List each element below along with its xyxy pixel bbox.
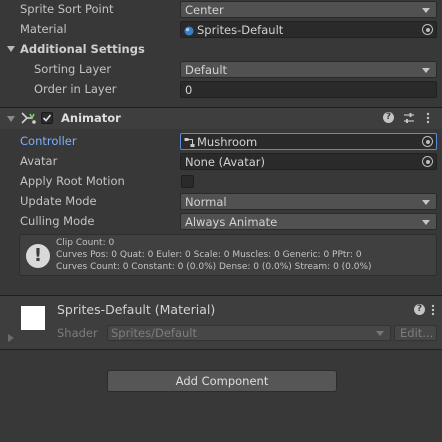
culling-mode-row: Culling Mode Always Animate xyxy=(0,212,442,232)
sorting-layer-row: Sorting Layer Default xyxy=(0,60,442,80)
shader-dropdown[interactable]: Sprites/Default xyxy=(107,325,391,341)
animator-header[interactable]: Animator ? xyxy=(0,108,442,129)
object-picker-icon[interactable] xyxy=(422,156,433,167)
controller-row: Controller Mushroom xyxy=(0,132,442,152)
material-preview-thumbnail xyxy=(21,306,45,330)
info-line-curves-count: Curves Count: 0 Constant: 0 (0.0%) Dense… xyxy=(56,262,372,272)
sorting-layer-dropdown[interactable]: Default xyxy=(180,61,437,78)
apply-root-motion-checkbox[interactable] xyxy=(181,175,194,188)
sorting-layer-label: Sorting Layer xyxy=(34,62,112,76)
info-icon: ! xyxy=(26,244,50,268)
shader-value: Sprites/Default xyxy=(111,326,197,340)
add-component-label: Add Component xyxy=(175,374,269,388)
preset-icon[interactable] xyxy=(403,112,415,127)
order-in-layer-row: Order in Layer 0 xyxy=(0,80,442,100)
avatar-row: Avatar None (Avatar) xyxy=(0,152,442,172)
controller-value: Mushroom xyxy=(197,135,258,149)
info-line-clip-count: Clip Count: 0 xyxy=(56,238,115,248)
chevron-down-icon xyxy=(376,331,384,336)
foldout-arrow-icon[interactable] xyxy=(8,334,14,342)
controller-field[interactable]: Mushroom xyxy=(180,133,437,150)
update-mode-dropdown[interactable]: Normal xyxy=(180,193,437,210)
shader-label: Shader xyxy=(57,326,98,340)
chevron-down-icon xyxy=(422,8,430,13)
order-in-layer-label: Order in Layer xyxy=(34,82,117,96)
object-picker-icon[interactable] xyxy=(422,24,433,35)
chevron-down-icon xyxy=(422,220,430,225)
sprite-sort-point-value: Center xyxy=(185,3,224,17)
update-mode-row: Update Mode Normal xyxy=(0,192,442,212)
animator-icon xyxy=(21,111,37,128)
avatar-value: None (Avatar) xyxy=(185,155,265,169)
context-menu-icon[interactable] xyxy=(425,111,431,125)
foldout-arrow-icon xyxy=(7,46,15,52)
order-in-layer-input[interactable]: 0 xyxy=(180,81,437,98)
animator-controller-icon xyxy=(184,137,195,151)
animator-info-box: ! Clip Count: 0 Curves Pos: 0 Quat: 0 Eu… xyxy=(19,234,437,276)
apply-root-motion-row: Apply Root Motion xyxy=(0,172,442,192)
update-mode-value: Normal xyxy=(185,195,227,209)
check-icon xyxy=(42,114,52,122)
culling-mode-label: Culling Mode xyxy=(20,214,95,228)
material-section-title: Sprites-Default (Material) xyxy=(57,302,216,317)
culling-mode-dropdown[interactable]: Always Animate xyxy=(180,213,437,230)
foldout-arrow-icon xyxy=(7,116,15,122)
animator-title: Animator xyxy=(61,111,121,125)
culling-mode-value: Always Animate xyxy=(185,215,278,229)
material-field[interactable]: Sprites-Default xyxy=(180,21,437,38)
add-component-button[interactable]: Add Component xyxy=(107,370,337,392)
edit-button-label: Edit... xyxy=(400,326,434,340)
help-icon[interactable]: ? xyxy=(414,304,425,315)
material-sphere-icon xyxy=(184,25,194,39)
chevron-down-icon xyxy=(422,68,430,73)
avatar-label: Avatar xyxy=(20,154,58,168)
chevron-down-icon xyxy=(422,200,430,205)
help-icon[interactable]: ? xyxy=(383,112,394,123)
sorting-layer-value: Default xyxy=(185,63,228,77)
additional-settings-label: Additional Settings xyxy=(20,42,145,56)
sprite-sort-point-dropdown[interactable]: Center xyxy=(180,1,437,18)
apply-root-motion-label: Apply Root Motion xyxy=(20,174,125,188)
shader-edit-button[interactable]: Edit... xyxy=(394,325,437,341)
order-in-layer-value: 0 xyxy=(185,83,193,97)
sprite-sort-point-label: Sprite Sort Point xyxy=(20,2,114,16)
material-section: Sprites-Default (Material) ? Shader Spri… xyxy=(0,296,442,349)
update-mode-label: Update Mode xyxy=(20,194,97,208)
context-menu-icon[interactable] xyxy=(430,303,436,317)
material-row: Material Sprites-Default xyxy=(0,20,442,40)
sprite-sort-point-row: Sprite Sort Point Center xyxy=(0,0,442,20)
object-picker-icon[interactable] xyxy=(422,136,433,147)
controller-label: Controller xyxy=(20,134,77,148)
material-value: Sprites-Default xyxy=(197,23,284,37)
divider xyxy=(0,349,442,350)
material-label: Material xyxy=(20,22,67,36)
enabled-checkbox[interactable] xyxy=(41,112,53,124)
info-line-curves-pos: Curves Pos: 0 Quat: 0 Euler: 0 Scale: 0 … xyxy=(56,250,362,260)
avatar-field[interactable]: None (Avatar) xyxy=(180,153,437,170)
additional-settings-foldout[interactable]: Additional Settings xyxy=(0,40,442,60)
